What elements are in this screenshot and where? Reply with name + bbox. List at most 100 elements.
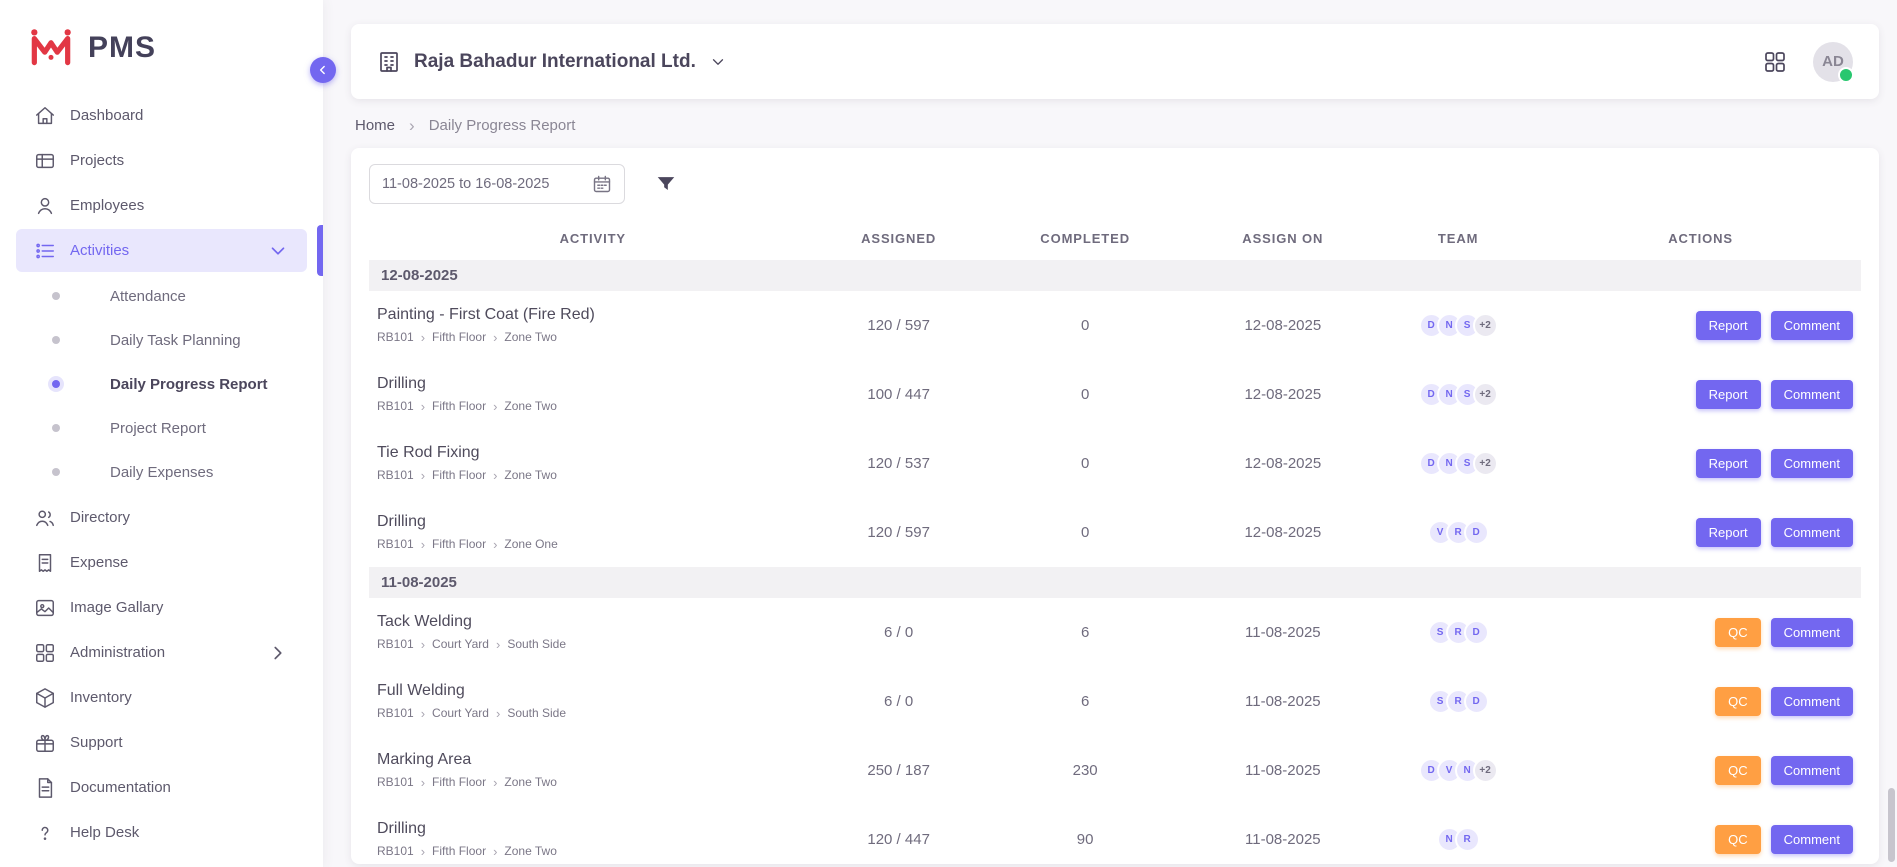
activity-location-path: RB101›Court Yard›South Side xyxy=(377,637,809,651)
breadcrumb-home[interactable]: Home xyxy=(355,117,395,134)
app-logo[interactable]: PMS xyxy=(0,0,323,92)
location-segment: Zone Two xyxy=(504,844,556,858)
comment-button[interactable]: Comment xyxy=(1771,380,1853,409)
team-member-avatar[interactable]: R xyxy=(1455,827,1480,852)
bullet-icon xyxy=(52,336,60,344)
completed-value: 0 xyxy=(981,498,1190,567)
team-member-avatar[interactable]: D xyxy=(1464,520,1489,545)
assign-on-date: 12-08-2025 xyxy=(1190,360,1377,429)
sidebar-collapse-button[interactable] xyxy=(310,57,336,83)
sidebar-item-daily-expenses[interactable]: Daily Expenses xyxy=(0,450,323,494)
activities-submenu: Attendance Daily Task Planning Daily Pro… xyxy=(0,274,323,494)
sidebar-item-directory[interactable]: Directory xyxy=(16,496,307,539)
sidebar-nav: Dashboard Projects Employees Activit xyxy=(0,94,323,854)
comment-button[interactable]: Comment xyxy=(1771,687,1853,716)
sidebar-item-projects[interactable]: Projects xyxy=(16,139,307,182)
sidebar-item-attendance[interactable]: Attendance xyxy=(0,274,323,318)
location-segment: RB101 xyxy=(377,637,414,651)
report-button[interactable]: Report xyxy=(1696,311,1761,340)
team-avatar-group: VRD xyxy=(1428,520,1489,545)
completed-value: 6 xyxy=(981,667,1190,736)
report-button[interactable]: Report xyxy=(1696,380,1761,409)
sidebar-item-administration[interactable]: Administration xyxy=(16,631,307,674)
sidebar-item-label: Documentation xyxy=(70,779,171,796)
sidebar-item-daily-task-planning[interactable]: Daily Task Planning xyxy=(0,318,323,362)
sidebar-item-image-gallary[interactable]: Image Gallary xyxy=(16,586,307,629)
qc-button[interactable]: QC xyxy=(1715,618,1761,647)
completed-value: 230 xyxy=(981,736,1190,805)
apps-grid-icon[interactable] xyxy=(1763,50,1787,74)
sidebar-item-label: Expense xyxy=(70,554,128,571)
sidebar: PMS Dashboard Projects xyxy=(0,0,323,867)
chevron-right-icon: › xyxy=(421,638,425,651)
sidebar-item-daily-progress-report[interactable]: Daily Progress Report xyxy=(0,362,323,406)
column-header-team: Team xyxy=(1376,218,1540,260)
activity-title: Drilling xyxy=(377,375,809,393)
activity-location-path: RB101›Fifth Floor›Zone Two xyxy=(377,330,809,344)
activity-row: Tie Rod FixingRB101›Fifth Floor›Zone Two… xyxy=(369,429,1861,498)
report-button[interactable]: Report xyxy=(1696,449,1761,478)
sidebar-item-label: Administration xyxy=(70,644,165,661)
chevron-right-icon: › xyxy=(421,400,425,413)
comment-button[interactable]: Comment xyxy=(1771,449,1853,478)
assigned-value: 120 / 537 xyxy=(817,429,981,498)
sidebar-item-support[interactable]: Support xyxy=(16,721,307,764)
report-button[interactable]: Report xyxy=(1696,518,1761,547)
filter-button[interactable] xyxy=(655,173,677,195)
activity-title: Marking Area xyxy=(377,751,809,769)
company-name: Raja Bahadur International Ltd. xyxy=(414,51,696,73)
team-extra-badge[interactable]: +2 xyxy=(1473,313,1498,338)
activity-title: Painting - First Coat (Fire Red) xyxy=(377,306,809,324)
team-avatar-group: NR xyxy=(1437,827,1480,852)
administration-icon xyxy=(34,642,56,664)
sidebar-item-expense[interactable]: Expense xyxy=(16,541,307,584)
qc-button[interactable]: QC xyxy=(1715,687,1761,716)
sidebar-item-inventory[interactable]: Inventory xyxy=(16,676,307,719)
assigned-value: 120 / 597 xyxy=(817,498,981,567)
comment-button[interactable]: Comment xyxy=(1771,756,1853,785)
location-segment: South Side xyxy=(507,706,566,720)
team-member-avatar[interactable]: D xyxy=(1464,620,1489,645)
chevron-right-icon: › xyxy=(493,776,497,789)
sidebar-item-project-report[interactable]: Project Report xyxy=(0,406,323,450)
team-extra-badge[interactable]: +2 xyxy=(1473,382,1498,407)
report-card: 11-08-2025 to 16-08-2025 xyxy=(351,148,1879,864)
table-header: Activity Assigned Completed Assign On Te… xyxy=(369,218,1861,260)
activity-row: DrillingRB101›Fifth Floor›Zone One120 / … xyxy=(369,498,1861,567)
comment-button[interactable]: Comment xyxy=(1771,518,1853,547)
team-extra-badge[interactable]: +2 xyxy=(1473,758,1498,783)
location-segment: Fifth Floor xyxy=(432,330,486,344)
team-extra-badge[interactable]: +2 xyxy=(1473,451,1498,476)
logo-m-icon xyxy=(26,23,76,73)
sidebar-item-help-desk[interactable]: Help Desk xyxy=(16,811,307,854)
sidebar-item-label: Activities xyxy=(70,242,129,259)
location-segment: RB101 xyxy=(377,399,414,413)
assigned-value: 120 / 447 xyxy=(817,805,981,864)
assigned-value: 6 / 0 xyxy=(817,598,981,667)
logo-text: PMS xyxy=(88,31,156,65)
sidebar-item-dashboard[interactable]: Dashboard xyxy=(16,94,307,137)
page-scrollbar-thumb[interactable] xyxy=(1888,788,1895,862)
qc-button[interactable]: QC xyxy=(1715,825,1761,854)
team-avatar-group: DNS+2 xyxy=(1419,451,1498,476)
sidebar-item-employees[interactable]: Employees xyxy=(16,184,307,227)
documentation-icon xyxy=(34,777,56,799)
comment-button[interactable]: Comment xyxy=(1771,825,1853,854)
activity-row: DrillingRB101›Fifth Floor›Zone Two120 / … xyxy=(369,805,1861,864)
qc-button[interactable]: QC xyxy=(1715,756,1761,785)
company-selector[interactable]: Raja Bahadur International Ltd. xyxy=(377,50,727,74)
assign-on-date: 12-08-2025 xyxy=(1190,291,1377,360)
activity-location-path: RB101›Fifth Floor›Zone One xyxy=(377,537,809,551)
sidebar-item-documentation[interactable]: Documentation xyxy=(16,766,307,809)
comment-button[interactable]: Comment xyxy=(1771,618,1853,647)
activity-row: Full WeldingRB101›Court Yard›South Side6… xyxy=(369,667,1861,736)
sidebar-item-activities[interactable]: Activities xyxy=(16,229,307,272)
team-member-avatar[interactable]: D xyxy=(1464,689,1489,714)
comment-button[interactable]: Comment xyxy=(1771,311,1853,340)
location-segment: RB101 xyxy=(377,775,414,789)
activity-title: Tie Rod Fixing xyxy=(377,444,809,462)
sidebar-item-label: Support xyxy=(70,734,123,751)
user-avatar[interactable]: AD xyxy=(1813,42,1853,82)
date-range-input[interactable]: 11-08-2025 to 16-08-2025 xyxy=(369,164,625,204)
sidebar-item-label: Directory xyxy=(70,509,130,526)
